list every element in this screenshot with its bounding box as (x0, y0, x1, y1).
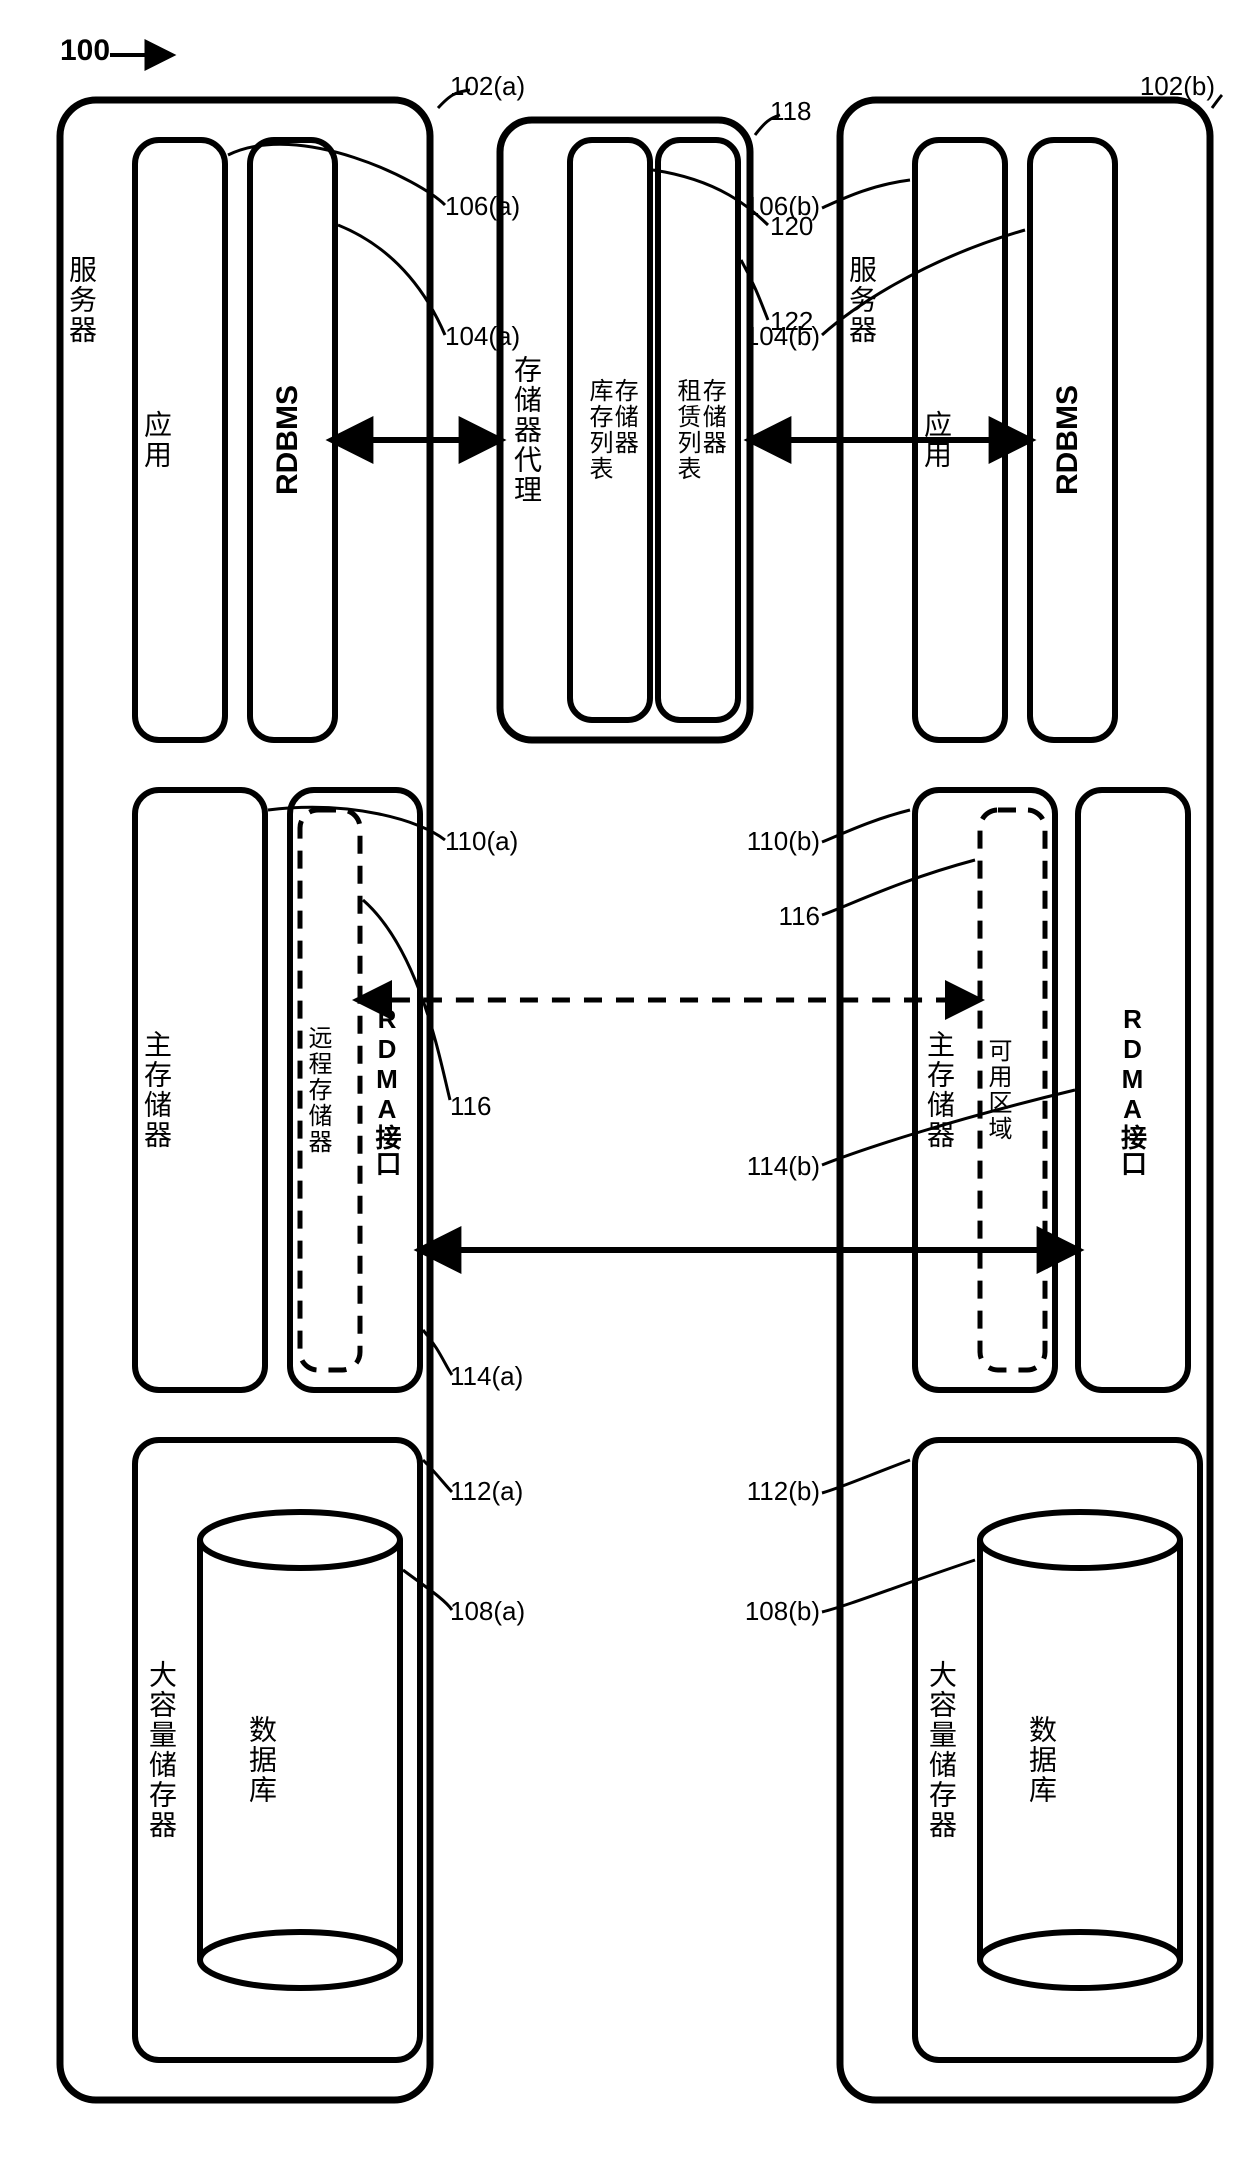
server-a: 服务器 应用 RDBMS 主存储器 RDMA接口 远程存储器 (60, 100, 430, 2100)
svg-text:104(b): 104(b) (745, 321, 820, 351)
svg-text:110(a): 110(a) (445, 826, 518, 856)
server-b-avail-label: 可用区域 (980, 810, 1015, 1370)
svg-text:102(b): 102(b) (1140, 71, 1215, 101)
svg-text:102(a): 102(a) (450, 71, 525, 101)
svg-text:106(b): 106(b) (745, 191, 820, 221)
server-a-mass-label: 大容量储存器 (140, 1450, 180, 2050)
svg-text:118: 118 (770, 96, 811, 126)
server-a-title: 服务器 (60, 150, 115, 450)
architecture-diagram: 100 服务器 应用 RDBMS 主存储器 RDMA接口 (0, 0, 1240, 2181)
broker-title: 存储器代理 (505, 140, 545, 720)
memory-broker: 存储器代理 存储器库存列表 存储器租赁列表 (500, 120, 750, 740)
server-a-remote-mem-label: 远程存储器 (300, 810, 335, 1370)
svg-text:112(a): 112(a) (450, 1476, 523, 1506)
svg-text:108(a): 108(a) (450, 1596, 525, 1626)
figure-number: 100 (60, 34, 170, 67)
svg-text:100: 100 (60, 34, 110, 67)
server-b-db-cylinder: 数据库 (980, 1512, 1180, 1988)
server-b-mass-label: 大容量储存器 (920, 1450, 960, 2050)
svg-text:114(b): 114(b) (747, 1151, 820, 1181)
broker-inventory-label: 存储器库存列表 (585, 378, 635, 482)
broker-lease-label: 存储器租赁列表 (673, 378, 723, 482)
svg-text:112(b): 112(b) (747, 1476, 820, 1506)
server-b: 服务器 应用 RDBMS 主存储器 可用区域 RDMA接口 大容量储存器 (840, 100, 1210, 2100)
server-a-mainmem-label: 主存储器 (135, 790, 175, 1390)
server-a-rdma-label: RDMA接口 (369, 1004, 406, 1176)
svg-text:114(a): 114(a) (450, 1361, 523, 1391)
svg-text:116: 116 (450, 1091, 491, 1121)
server-a-app-label: 应用 (135, 140, 175, 740)
server-b-rdma-label: RDMA接口 (1118, 1004, 1148, 1176)
server-a-db-cylinder: 数据库 (200, 1512, 400, 1988)
server-b-mainmem-label: 主存储器 (918, 800, 958, 1380)
server-b-title: 服务器 (840, 150, 880, 450)
svg-text:110(b): 110(b) (747, 826, 820, 856)
svg-text:108(b): 108(b) (745, 1596, 820, 1626)
server-a-rdbms-label: RDBMS (271, 385, 304, 495)
svg-text:116: 116 (779, 901, 820, 931)
server-b-rdbms-label: RDBMS (1051, 385, 1084, 495)
